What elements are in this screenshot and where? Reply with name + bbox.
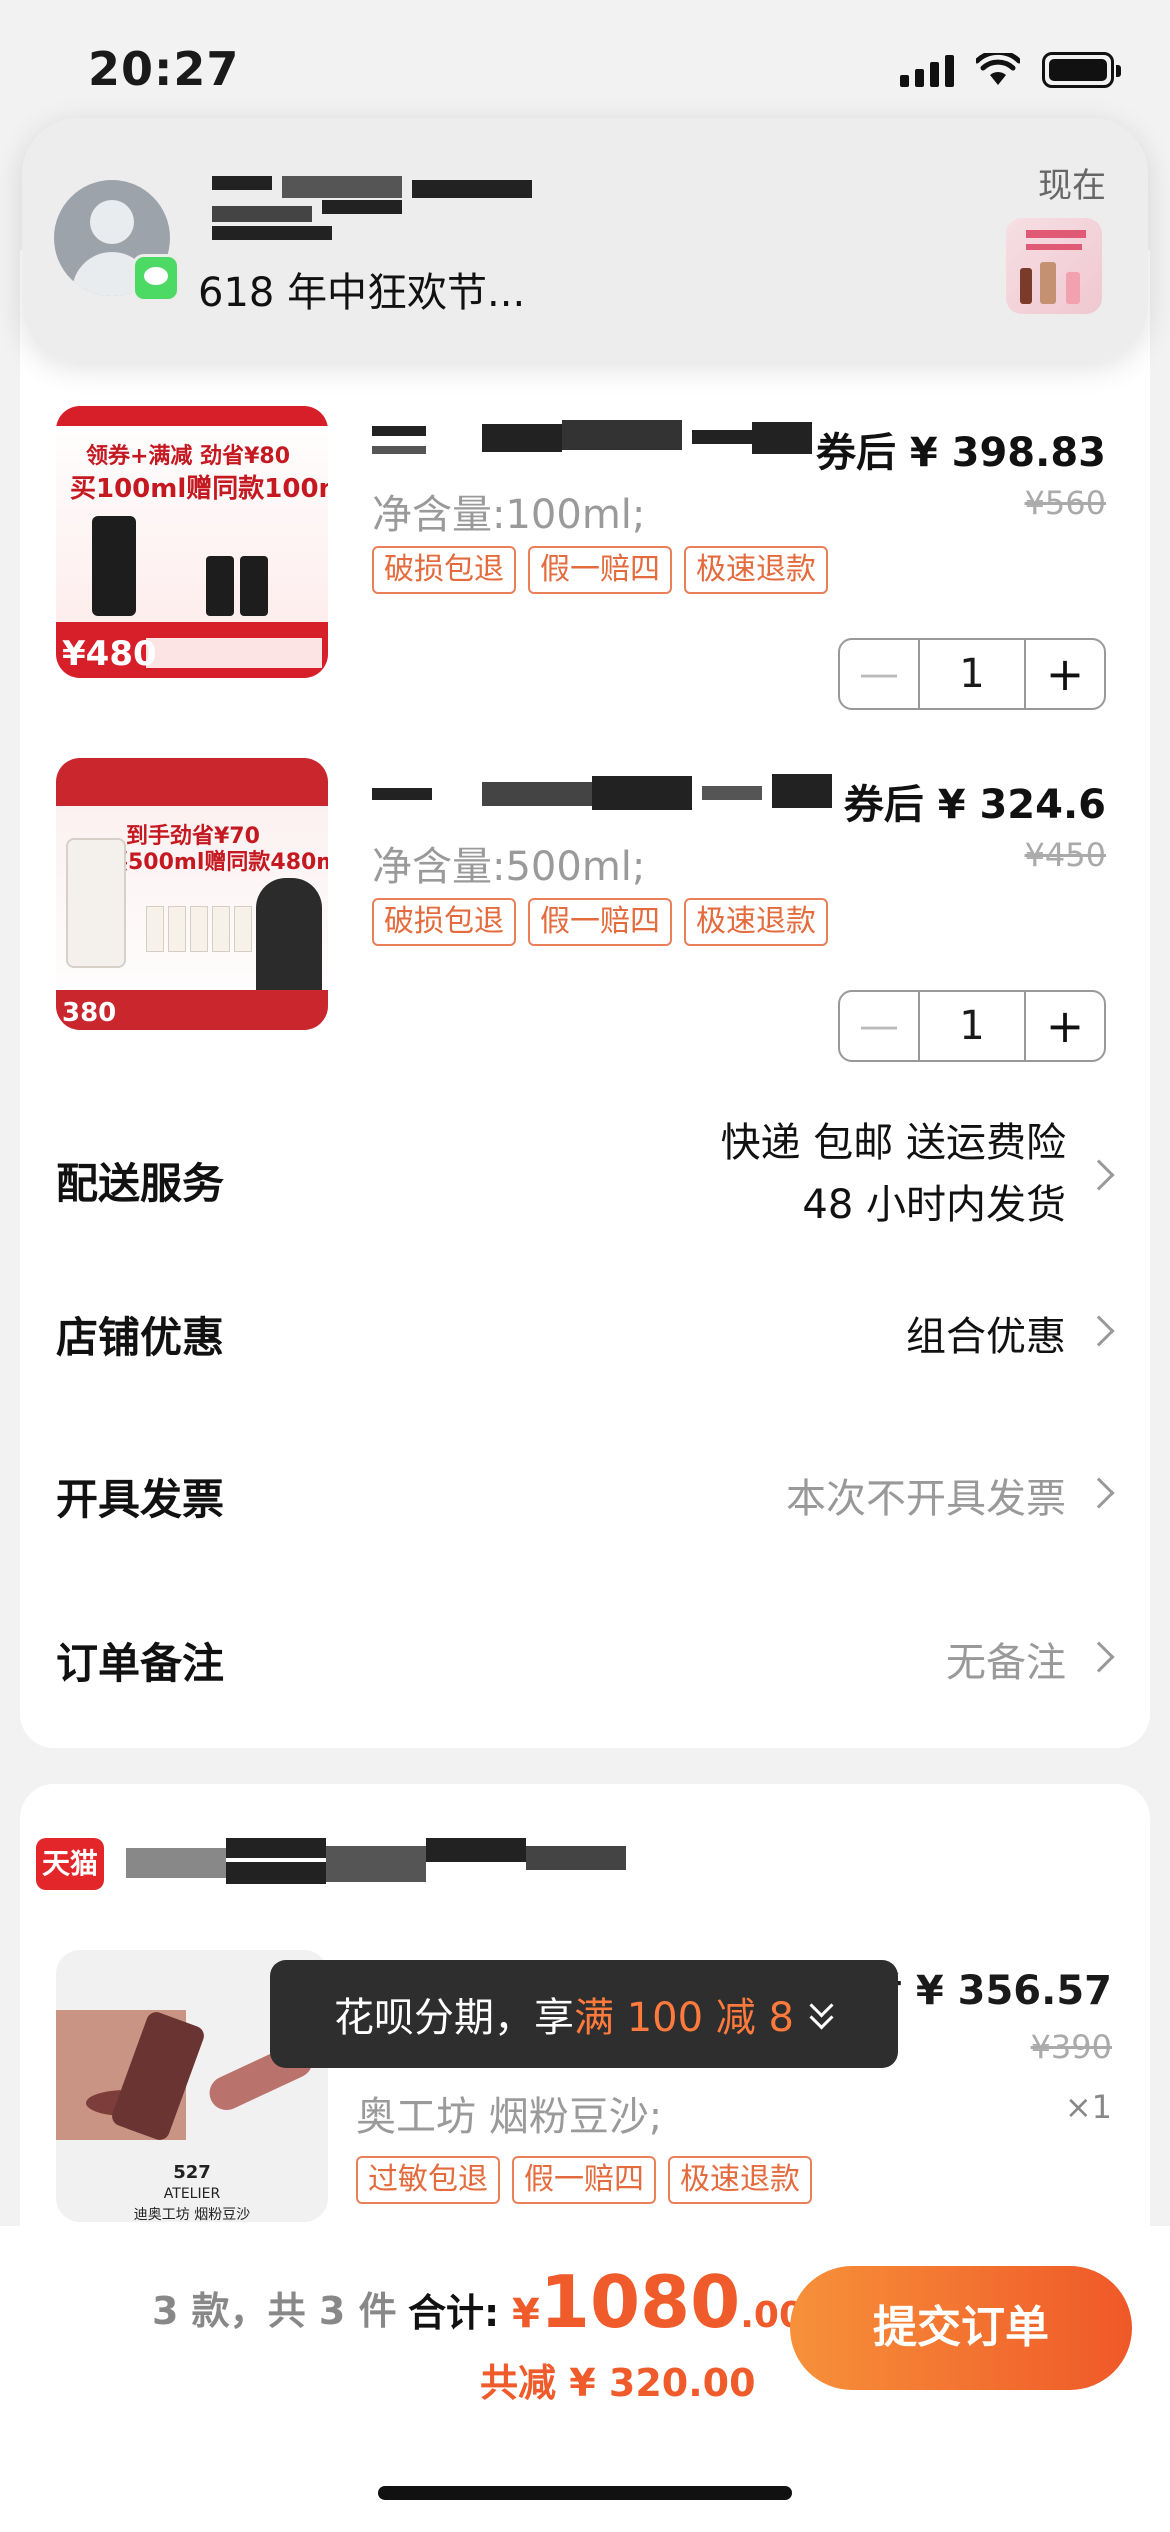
redacted-store-name — [126, 1832, 626, 1892]
tag: 假一赔四 — [528, 898, 672, 946]
messages-icon — [132, 254, 180, 302]
tag: 极速退款 — [684, 546, 828, 594]
chevron-right-icon — [1083, 1315, 1115, 1347]
delivery-value: 快递 包邮 送运费险 — [720, 1120, 1066, 1166]
product-price: 券后 ¥ 398.83 — [815, 430, 1106, 476]
store-discount-value: 组合优惠 — [906, 1314, 1066, 1360]
quantity-stepper[interactable]: — 1 + — [838, 638, 1106, 710]
notification-banner[interactable]: 618 年中狂欢节... 现在 — [22, 118, 1148, 362]
product-spec: 净含量:100ml; — [372, 492, 646, 538]
redacted-product-title — [372, 768, 832, 824]
quantity-value[interactable]: 1 — [918, 640, 1026, 708]
product-item-2[interactable]: 到手劲省¥70 买500ml赠同款480ml 380 净含量:500ml; 破损… — [36, 758, 1106, 1062]
chevron-right-icon — [1083, 1159, 1115, 1191]
product-spec: 净含量:500ml; — [372, 844, 646, 890]
total-discount: 共减 ¥ 320.00 — [480, 2361, 756, 2405]
huabei-installment-tooltip[interactable]: 花呗分期，享 满 100 减 8 — [270, 1960, 898, 2068]
tag: 极速退款 — [684, 898, 828, 946]
submit-order-button[interactable]: 提交订单 — [790, 2266, 1132, 2390]
increment-button[interactable]: + — [1026, 640, 1104, 708]
product-tags: 破损包退 假一赔四 极速退款 — [372, 898, 828, 946]
invoice-label: 开具发票 — [56, 1475, 225, 1524]
notification-message: 618 年中狂欢节... — [198, 270, 526, 316]
tag: 假一赔四 — [528, 546, 672, 594]
increment-button[interactable]: + — [1026, 992, 1104, 1060]
quantity-value[interactable]: 1 — [918, 992, 1026, 1060]
original-price: ¥450 — [1024, 836, 1106, 874]
original-price: ¥560 — [1024, 484, 1106, 522]
decrement-button[interactable]: — — [840, 992, 918, 1060]
quantity-stepper[interactable]: — 1 + — [838, 990, 1106, 1062]
invoice-value: 本次不开具发票 — [786, 1476, 1066, 1522]
chevron-right-icon — [1083, 1641, 1115, 1673]
tag: 假一赔四 — [512, 2156, 656, 2204]
product-image-1[interactable]: 领券+满减 劲省¥80 买100ml赠同款100ml ¥480 — [56, 406, 328, 678]
order-note-row[interactable]: 订单备注 无备注 — [36, 1630, 1115, 1690]
product-tags: 过敏包退 假一赔四 极速退款 — [356, 2156, 812, 2204]
tag: 极速退款 — [668, 2156, 812, 2204]
notification-time: 现在 — [1038, 166, 1106, 206]
order-note-value: 无备注 — [946, 1640, 1066, 1686]
delivery-service-row[interactable]: 配送服务 快递 包邮 送运费险 48 小时内发货 — [36, 1110, 1115, 1240]
tag: 破损包退 — [372, 546, 516, 594]
store-discount-row[interactable]: 店铺优惠 组合优惠 — [36, 1304, 1115, 1364]
signal-icon — [900, 53, 954, 87]
redacted-sender — [212, 176, 542, 240]
delivery-label: 配送服务 — [56, 1159, 225, 1208]
delivery-time: 48 小时内发货 — [802, 1182, 1066, 1228]
total-amount: ¥1080.00 — [512, 2260, 805, 2344]
product-tags: 破损包退 假一赔四 极速退款 — [372, 546, 828, 594]
store-discount-label: 店铺优惠 — [56, 1313, 225, 1362]
product-item-1[interactable]: 领券+满减 劲省¥80 买100ml赠同款100ml ¥480 净含量:100m… — [36, 406, 1106, 710]
notification-thumbnail — [1006, 218, 1102, 314]
tmall-badge: 天猫 — [36, 1838, 104, 1890]
status-time: 20:27 — [88, 42, 240, 96]
home-indicator[interactable] — [378, 2486, 792, 2500]
product-quantity: ×1 — [1064, 2088, 1112, 2126]
battery-icon — [1042, 52, 1121, 88]
chevron-right-icon — [1083, 1477, 1115, 1509]
redacted-product-title — [372, 416, 812, 472]
tag: 破损包退 — [372, 898, 516, 946]
item-count: 3 款，共 3 件 — [152, 2289, 397, 2333]
product-spec: 奥工坊 烟粉豆沙; — [356, 2094, 663, 2140]
original-price: ¥390 — [1030, 2028, 1112, 2066]
invoice-row[interactable]: 开具发票 本次不开具发票 — [36, 1466, 1115, 1526]
decrement-button[interactable]: — — [840, 640, 918, 708]
wifi-icon — [976, 53, 1020, 85]
order-note-label: 订单备注 — [56, 1639, 225, 1688]
status-icons — [900, 52, 1121, 88]
double-chevron-down-icon — [808, 1997, 834, 2031]
product-image-2[interactable]: 到手劲省¥70 买500ml赠同款480ml 380 — [56, 758, 328, 1030]
tag: 过敏包退 — [356, 2156, 500, 2204]
product-price: 券后 ¥ 324.6 — [843, 782, 1106, 828]
total-label: 合计: — [408, 2291, 500, 2335]
